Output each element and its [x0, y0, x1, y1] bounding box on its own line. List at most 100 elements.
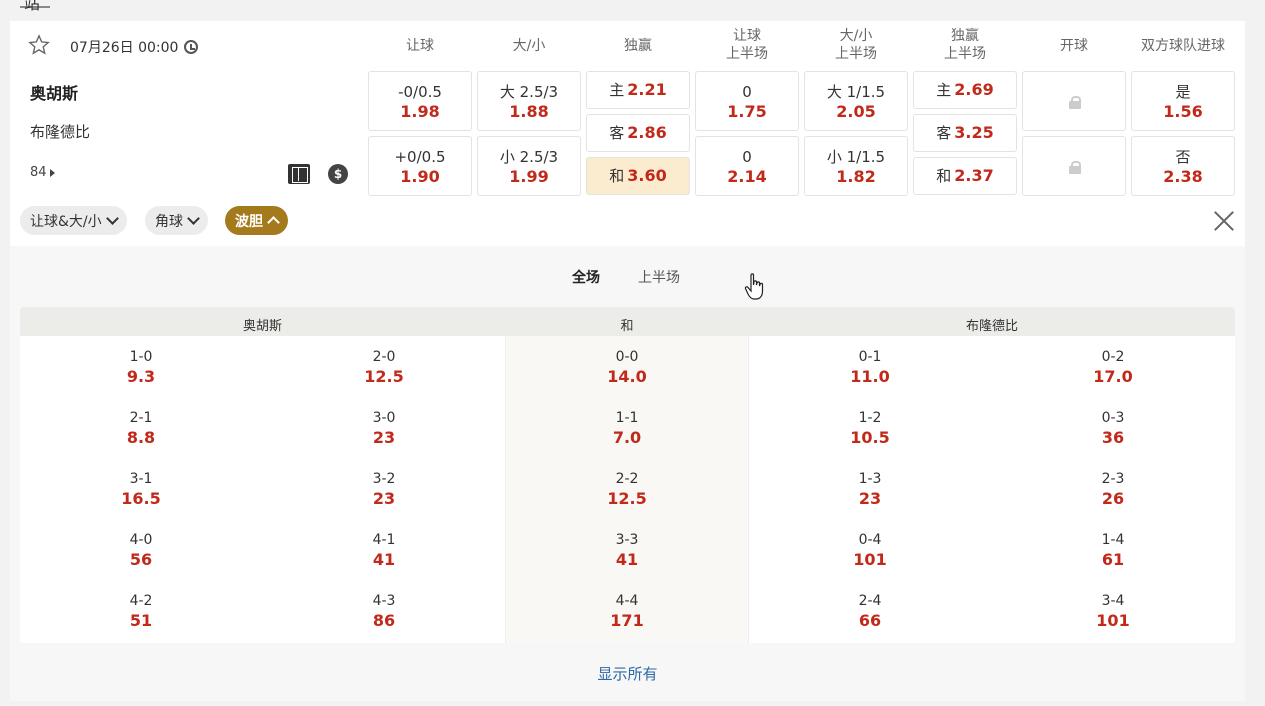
odds-button[interactable]: 主 2.69	[913, 71, 1017, 109]
score-label: 3-4	[1101, 593, 1125, 609]
score-odds-cell[interactable]: 1-2 10.5	[770, 408, 970, 448]
odds-button[interactable]: 是 1.56	[1131, 71, 1235, 131]
score-odds-cell[interactable]: 2-1 8.8	[41, 408, 241, 448]
star-icon[interactable]	[28, 34, 50, 56]
odds-button-locked	[1022, 71, 1126, 131]
score-label: 4-1	[372, 532, 396, 548]
filter-correct-score[interactable]: 波胆	[225, 206, 288, 235]
dollar-icon[interactable]: $	[328, 164, 348, 184]
score-odd: 86	[372, 611, 396, 630]
score-odd: 10.5	[850, 428, 890, 447]
score-odds-cell[interactable]: 2-3 26	[1013, 469, 1213, 509]
odds-button[interactable]: -0/0.5 1.98	[368, 71, 472, 131]
score-odds-cell[interactable]: 2-2 12.5	[527, 469, 727, 509]
score-odd: 23	[372, 428, 396, 447]
score-odd: 23	[858, 489, 882, 508]
score-odds-cell[interactable]: 3-2 23	[284, 469, 484, 509]
odds-button[interactable]: 小 2.5/3 1.99	[477, 136, 581, 196]
score-label: 1-0	[129, 349, 153, 365]
score-label: 0-3	[1101, 410, 1125, 426]
header-home: 奥胡斯	[242, 319, 282, 334]
score-odds-cell[interactable]: 3-4 101	[1013, 591, 1213, 631]
score-odd: 17.0	[1093, 367, 1133, 386]
odds-button[interactable]: 0 1.75	[695, 71, 799, 131]
odds-button[interactable]: 客 2.86	[586, 114, 690, 152]
odds-button[interactable]: 大 1/1.5 2.05	[804, 71, 908, 131]
score-odd: 12.5	[607, 489, 647, 508]
score-odds-cell[interactable]: 4-3 86	[284, 591, 484, 631]
odds-button[interactable]: +0/0.5 1.90	[368, 136, 472, 196]
score-odd: 14.0	[607, 367, 647, 386]
caret-right-icon	[49, 168, 55, 177]
col-head-moneyline: 独赢	[624, 38, 652, 54]
away-team: 布隆德比	[30, 123, 91, 141]
score-odds-cell[interactable]: 0-0 14.0	[527, 347, 727, 387]
tab-fulltime[interactable]: 全场	[572, 267, 600, 287]
show-all-link[interactable]: 显示所有	[10, 663, 1245, 684]
score-odds-cell[interactable]: 3-3 41	[527, 530, 727, 570]
odds-button[interactable]: 大 2.5/3 1.88	[477, 71, 581, 131]
match-card: 07月26日 00:00 奥胡斯 布隆德比 84 $ 让球 大/小 独赢 让球上…	[10, 21, 1245, 246]
score-odd: 11.0	[850, 367, 890, 386]
odds-button-locked	[1022, 136, 1126, 196]
odds-button-selected[interactable]: 和 3.60	[586, 157, 690, 195]
filter-corners[interactable]: 角球	[145, 206, 208, 235]
score-odd: 56	[129, 550, 153, 569]
score-label: 0-1	[858, 349, 882, 365]
close-icon[interactable]	[1213, 210, 1235, 232]
odds-button[interactable]: 客 3.25	[913, 114, 1017, 152]
col-head-overunder-1h: 大/小 上半场	[835, 28, 877, 62]
score-odds-cell[interactable]: 4-2 51	[41, 591, 241, 631]
score-odds-cell[interactable]: 4-4 171	[527, 591, 727, 631]
score-odds-cell[interactable]: 0-1 11.0	[770, 347, 970, 387]
score-label: 3-1	[129, 471, 153, 487]
odds-button[interactable]: 主 2.21	[586, 71, 690, 109]
score-odds-cell[interactable]: 4-0 56	[41, 530, 241, 570]
odds-button[interactable]: 否 2.38	[1131, 136, 1235, 196]
score-odd: 26	[1101, 489, 1125, 508]
score-label: 4-4	[615, 593, 639, 609]
score-odd: 61	[1101, 550, 1125, 569]
filter-handicap-overunder[interactable]: 让球&大/小	[20, 206, 127, 235]
score-label: 2-1	[129, 410, 153, 426]
header-underline: 站	[20, 0, 50, 13]
correct-score-panel: 全场 上半场 奥胡斯 和 布隆德比 1-0 9.3 2-0 12.5 0-0 14.0 0-…	[10, 246, 1245, 701]
odds-button[interactable]: 小 1/1.5 1.82	[804, 136, 908, 196]
score-odds-cell[interactable]: 2-0 12.5	[284, 347, 484, 387]
hand-cursor-icon	[744, 273, 764, 300]
score-label: 1-4	[1101, 532, 1125, 548]
clock-icon	[184, 40, 199, 54]
odds-button[interactable]: 和 2.37	[913, 157, 1017, 195]
score-odds-cell[interactable]: 1-1 7.0	[527, 408, 727, 448]
score-odds-cell[interactable]: 3-1 16.5	[41, 469, 241, 509]
col-head-btts: 双方球队进球	[1141, 38, 1225, 54]
score-odd: 101	[853, 550, 887, 569]
pitch-icon[interactable]	[288, 164, 310, 184]
score-odd: 41	[615, 550, 639, 569]
score-label: 2-2	[615, 471, 639, 487]
score-odds-cell[interactable]: 1-0 9.3	[41, 347, 241, 387]
score-odd: 16.5	[121, 489, 161, 508]
score-odd: 23	[372, 489, 396, 508]
score-label: 4-0	[129, 532, 153, 548]
score-odds-cell[interactable]: 0-3 36	[1013, 408, 1213, 448]
tab-firsthalf[interactable]: 上半场	[638, 267, 680, 287]
score-label: 1-1	[615, 410, 639, 426]
score-label: 4-2	[129, 593, 153, 609]
score-odds-cell[interactable]: 0-2 17.0	[1013, 347, 1213, 387]
score-odds-cell[interactable]: 2-4 66	[770, 591, 970, 631]
score-odds-cell[interactable]: 1-4 61	[1013, 530, 1213, 570]
score-odds-cell[interactable]: 3-0 23	[284, 408, 484, 448]
score-odds-cell[interactable]: 1-3 23	[770, 469, 970, 509]
score-label: 3-3	[615, 532, 639, 548]
odds-button[interactable]: 0 2.14	[695, 136, 799, 196]
col-head-handicap-1h: 让球 上半场	[726, 28, 768, 62]
score-odds-cell[interactable]: 4-1 41	[284, 530, 484, 570]
score-odd: 101	[1096, 611, 1130, 630]
score-label: 0-0	[615, 349, 639, 365]
score-odd: 66	[858, 611, 882, 630]
score-odds-cell[interactable]: 0-4 101	[770, 530, 970, 570]
col-head-handicap: 让球	[406, 38, 434, 54]
more-markets-link[interactable]: 84	[30, 165, 55, 180]
score-label: 2-0	[372, 349, 396, 365]
